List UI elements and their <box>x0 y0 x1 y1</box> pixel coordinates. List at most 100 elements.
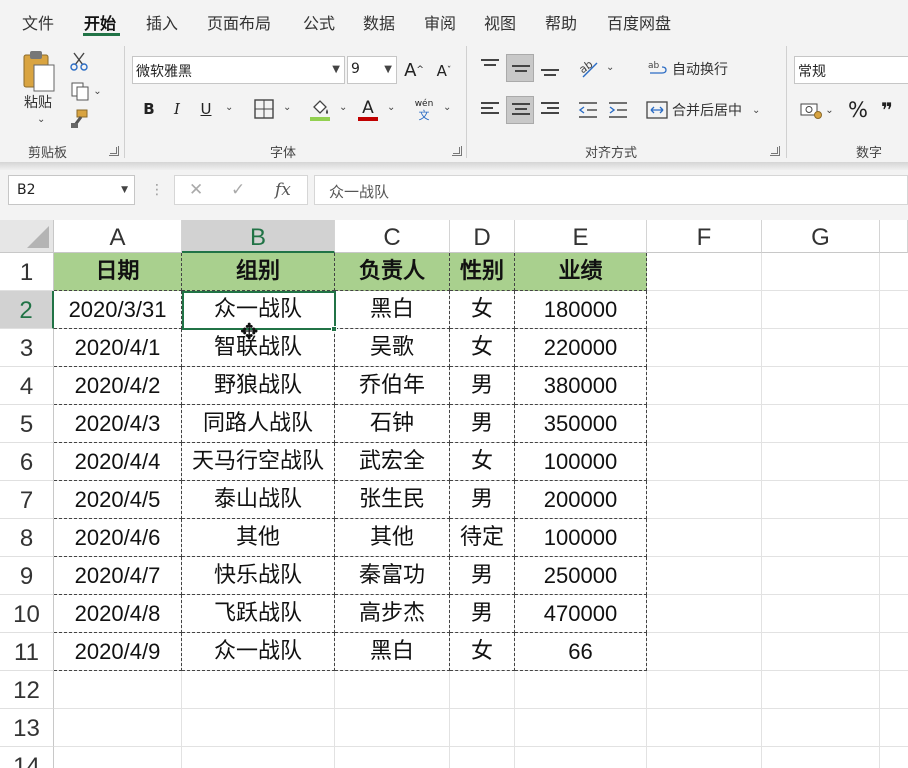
cell-b6[interactable]: 天马行空战队 <box>182 443 335 481</box>
cell-b11[interactable]: 众一战队 <box>182 633 335 671</box>
fill-color-dropdown-icon[interactable]: ⌄ <box>339 102 347 113</box>
row-header-13[interactable]: 13 <box>0 709 54 747</box>
font-color-dropdown-icon[interactable]: ⌄ <box>387 102 395 113</box>
paste-button[interactable] <box>18 48 60 96</box>
borders-dropdown-icon[interactable]: ⌄ <box>283 102 291 113</box>
name-box-dropdown-icon[interactable]: ▼ <box>121 185 128 195</box>
header-cell-e1[interactable]: 业绩 <box>515 253 647 291</box>
cell-e3[interactable]: 220000 <box>515 329 647 367</box>
tab-page-layout[interactable]: 页面布局 <box>207 10 271 34</box>
cell-c5[interactable]: 石钟 <box>335 405 450 443</box>
alignment-launcher-icon[interactable] <box>770 146 780 156</box>
cell-b4[interactable]: 野狼战队 <box>182 367 335 405</box>
fill-color-button[interactable] <box>308 96 332 124</box>
column-header-e[interactable]: E <box>515 220 647 253</box>
decrease-font-size-icon[interactable]: Aˇ <box>432 58 456 84</box>
copy-dropdown-icon[interactable]: ⌄ <box>93 86 101 97</box>
underline-button[interactable]: U <box>195 96 217 122</box>
cell-b9[interactable]: 快乐战队 <box>182 557 335 595</box>
select-all-corner[interactable] <box>0 220 54 253</box>
fill-handle[interactable] <box>331 326 337 332</box>
orientation-button[interactable]: ab <box>576 56 600 80</box>
row-header-4[interactable]: 4 <box>0 367 54 405</box>
tab-help[interactable]: 帮助 <box>545 10 577 34</box>
paste-label[interactable]: 粘贴 <box>24 92 52 112</box>
header-cell-b1[interactable]: 组别 <box>182 253 335 291</box>
cut-button[interactable] <box>68 50 90 72</box>
align-bottom-button[interactable] <box>536 54 564 82</box>
row-header-9[interactable]: 9 <box>0 557 54 595</box>
column-header-partial[interactable] <box>880 220 908 253</box>
formula-bar-grip-icon[interactable]: ⋮ <box>150 182 164 198</box>
merge-center-dropdown-icon[interactable]: ⌄ <box>752 105 760 116</box>
row-header-10[interactable]: 10 <box>0 595 54 633</box>
cell-c9[interactable]: 秦富功 <box>335 557 450 595</box>
font-name-combo[interactable]: 微软雅黑 ▼ <box>132 56 345 84</box>
cell-c2[interactable]: 黑白 <box>335 291 450 329</box>
row-header-14[interactable]: 14 <box>0 747 54 768</box>
cell-e11[interactable]: 66 <box>515 633 647 671</box>
tab-home[interactable]: 开始 <box>84 10 116 34</box>
cell-a4[interactable]: 2020/4/2 <box>54 367 182 405</box>
cell-d5[interactable]: 男 <box>450 405 515 443</box>
cell-e6[interactable]: 100000 <box>515 443 647 481</box>
comma-style-button[interactable]: ❞ <box>876 96 898 124</box>
column-header-f[interactable]: F <box>647 220 762 253</box>
cell-a6[interactable]: 2020/4/4 <box>54 443 182 481</box>
cell-c8[interactable]: 其他 <box>335 519 450 557</box>
cell-d4[interactable]: 男 <box>450 367 515 405</box>
formula-input[interactable]: 众一战队 <box>314 175 908 205</box>
merge-center-button[interactable]: 合并后居中 ⌄ <box>646 96 772 124</box>
cell-e4[interactable]: 380000 <box>515 367 647 405</box>
cell-d2[interactable]: 女 <box>450 291 515 329</box>
cell-d7[interactable]: 男 <box>450 481 515 519</box>
cell-b5[interactable]: 同路人战队 <box>182 405 335 443</box>
cell-a11[interactable]: 2020/4/9 <box>54 633 182 671</box>
accounting-dropdown-icon[interactable]: ⌄ <box>825 105 833 116</box>
number-format-combo[interactable]: 常规 <box>794 56 908 84</box>
tab-view[interactable]: 视图 <box>484 10 516 34</box>
column-header-d[interactable]: D <box>450 220 515 253</box>
percent-style-button[interactable]: % <box>846 96 870 124</box>
orientation-dropdown-icon[interactable]: ⌄ <box>606 62 614 73</box>
align-left-button[interactable] <box>476 96 504 124</box>
decrease-indent-button[interactable] <box>576 98 600 122</box>
cell-c10[interactable]: 高步杰 <box>335 595 450 633</box>
cell-b7[interactable]: 泰山战队 <box>182 481 335 519</box>
cell-d3[interactable]: 女 <box>450 329 515 367</box>
paste-dropdown-icon[interactable]: ⌄ <box>37 114 45 125</box>
tab-baidu-netdisk[interactable]: 百度网盘 <box>607 10 671 34</box>
align-right-button[interactable] <box>536 96 564 124</box>
cell-d8[interactable]: 待定 <box>450 519 515 557</box>
format-painter-button[interactable] <box>68 108 90 130</box>
align-top-button[interactable] <box>476 54 504 82</box>
bold-button[interactable]: B <box>138 96 160 122</box>
row-header-1[interactable]: 1 <box>0 253 54 291</box>
font-launcher-icon[interactable] <box>452 146 462 156</box>
copy-button[interactable]: ⌄ <box>66 80 106 102</box>
cell-a8[interactable]: 2020/4/6 <box>54 519 182 557</box>
cell-c11[interactable]: 黑白 <box>335 633 450 671</box>
wrap-text-button[interactable]: ab 自动换行 <box>648 56 752 82</box>
cell-a7[interactable]: 2020/4/5 <box>54 481 182 519</box>
header-cell-c1[interactable]: 负责人 <box>335 253 450 291</box>
cell-c4[interactable]: 乔伯年 <box>335 367 450 405</box>
cell-e2[interactable]: 180000 <box>515 291 647 329</box>
cell-e5[interactable]: 350000 <box>515 405 647 443</box>
cell-e9[interactable]: 250000 <box>515 557 647 595</box>
column-header-a[interactable]: A <box>54 220 182 253</box>
cell-e8[interactable]: 100000 <box>515 519 647 557</box>
cell-d6[interactable]: 女 <box>450 443 515 481</box>
cell-a10[interactable]: 2020/4/8 <box>54 595 182 633</box>
cell-a9[interactable]: 2020/4/7 <box>54 557 182 595</box>
phonetic-guide-button[interactable]: wén 文 <box>410 96 438 124</box>
font-color-button[interactable]: A <box>356 96 380 124</box>
row-header-6[interactable]: 6 <box>0 443 54 481</box>
font-name-dropdown-icon[interactable]: ▼ <box>332 64 340 75</box>
header-cell-a1[interactable]: 日期 <box>54 253 182 291</box>
phonetic-dropdown-icon[interactable]: ⌄ <box>443 102 451 113</box>
align-center-button[interactable] <box>506 96 534 124</box>
cell-b10[interactable]: 飞跃战队 <box>182 595 335 633</box>
tab-data[interactable]: 数据 <box>363 10 395 34</box>
worksheet-grid[interactable]: A B C D E F G 1 2 3 4 5 6 7 8 9 10 11 12 13 14 日期 组别 负责人 性别 业绩 202… <box>0 220 908 768</box>
